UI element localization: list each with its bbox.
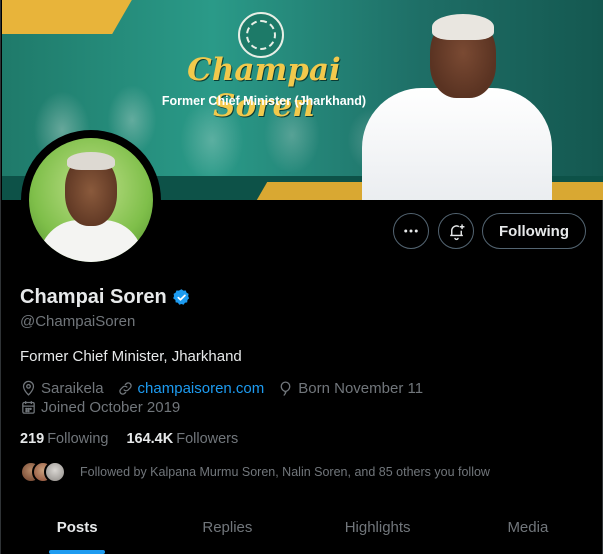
location-text: Saraikela [41,380,104,397]
following-count-label: Following [47,431,109,447]
followers-count-value: 164.4K [126,431,174,447]
link-icon [118,382,132,395]
more-options-button[interactable] [393,213,429,249]
tab-label: Posts [56,519,98,536]
profile-avatar[interactable] [21,130,161,270]
followers-count[interactable]: 164.4K Followers [126,431,238,447]
following-button[interactable]: Following [482,213,586,249]
verified-badge-icon[interactable] [172,288,191,307]
active-tab-indicator [49,550,106,554]
avatar [44,461,66,483]
tab-posts[interactable]: Posts [2,503,152,554]
profile-page: Champai Soren Former Chief Minister (Jha… [0,0,603,554]
name-row: Champai Soren [20,286,191,309]
location-pin-icon [22,380,35,396]
birthday-text: Born November 11 [298,380,424,397]
avatar-hair [67,152,115,170]
banner-subtitle: Former Chief Minister (Jharkhand) [161,94,367,108]
website-link[interactable]: champaisoren.com [138,380,265,397]
tab-label: Media [507,519,549,536]
profile-meta-row: Joined October 2019 [20,399,193,416]
user-handle: @ChampaiSoren [20,313,136,330]
joined-text: Joined October 2019 [41,399,181,416]
location-item: Saraikela [20,380,104,397]
followers-count-label: Followers [176,431,239,447]
bell-plus-icon [449,223,464,240]
tab-replies[interactable]: Replies [152,503,302,554]
followed-by-row[interactable]: Followed by Kalpana Murmu Soren, Nalin S… [20,461,490,483]
followed-by-text: Followed by Kalpana Murmu Soren, Nalin S… [80,465,490,479]
follow-counts: 219 Following 164.4K Followers [20,431,256,447]
birthday-item: Born November 11 [277,380,423,397]
website-item[interactable]: champaisoren.com [117,380,265,397]
tab-label: Replies [202,519,253,536]
display-name: Champai Soren [20,286,167,308]
banner-portrait-body [362,88,552,200]
following-count[interactable]: 219 Following [20,431,108,447]
calendar-icon [22,401,35,414]
following-count-value: 219 [20,431,45,447]
mutual-followers-avatars [20,461,70,483]
profile-tabs: Posts Replies Highlights Media [2,503,603,554]
balloon-icon [280,381,291,396]
banner-portrait [362,12,552,200]
tab-highlights[interactable]: Highlights [303,503,453,554]
tab-media[interactable]: Media [453,503,603,554]
banner-portrait-hair [432,14,494,40]
more-horizontal-icon [404,229,418,233]
profile-bio: Former Chief Minister, Jharkhand [20,348,242,365]
avatar-photo [29,138,153,262]
banner-title: Champai Soren [187,52,341,124]
avatar-body [39,220,143,262]
tab-label: Highlights [344,519,411,536]
notifications-button[interactable] [438,213,474,249]
banner-gold-stripe [2,0,132,34]
joined-item: Joined October 2019 [20,399,180,416]
profile-meta-row: Saraikela champaisoren.com Born November… [20,380,436,397]
